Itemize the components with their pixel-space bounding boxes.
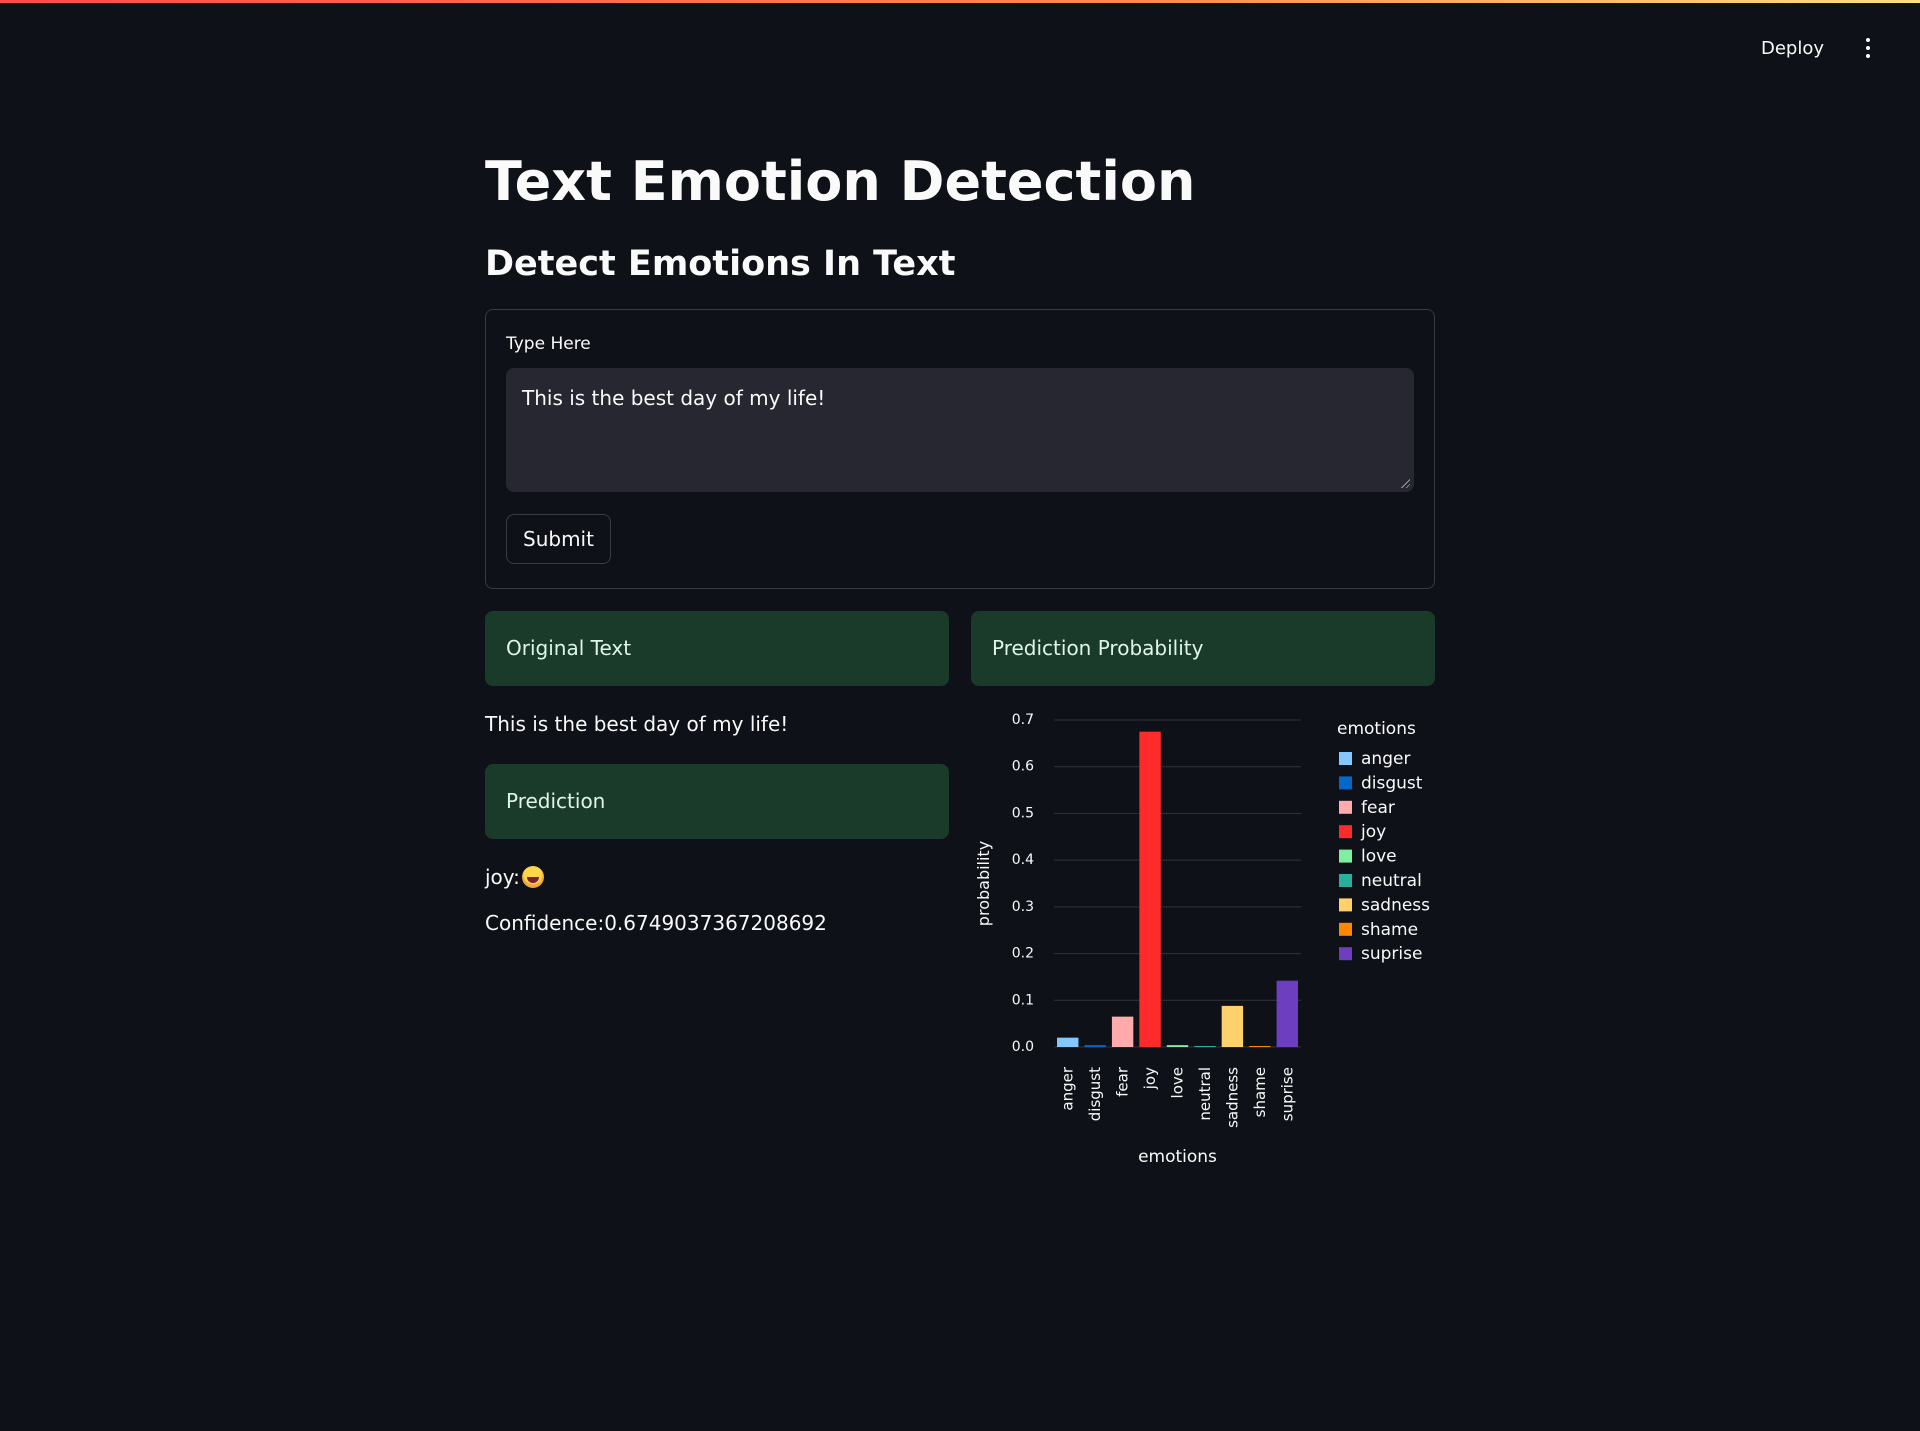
kebab-dot (1866, 38, 1870, 42)
main-content: Text Emotion Detection Detect Emotions I… (485, 150, 1435, 1172)
text-input-label: Type Here (506, 333, 591, 354)
legend-label-neutral: neutral (1361, 871, 1422, 891)
bar-fear (1111, 1016, 1134, 1047)
bar-suprise (1276, 980, 1298, 1047)
legend-swatch-sadness (1339, 898, 1352, 912)
results-left-column: Original Text This is the best day of my… (485, 610, 949, 1172)
bar-neutral (1194, 1045, 1216, 1047)
kebab-menu-icon[interactable] (1856, 30, 1880, 66)
kebab-dot (1866, 46, 1870, 50)
y-tick-label: 0.7 (1012, 712, 1034, 728)
results-columns: Original Text This is the best day of my… (485, 610, 1435, 1172)
x-tick-label: love (1169, 1067, 1187, 1098)
prediction-header: Prediction (485, 763, 949, 839)
x-tick-label: neutral (1196, 1067, 1214, 1121)
legend-swatch-disgust (1339, 776, 1352, 790)
y-tick-label: 0.5 (1012, 805, 1034, 821)
emotion-form: Type Here This is the best day of my lif… (485, 308, 1435, 589)
legend-label-disgust: disgust (1361, 773, 1423, 793)
submit-button[interactable]: Submit (506, 513, 611, 564)
x-tick-label: joy (1141, 1067, 1159, 1090)
prediction-label: joy: (485, 864, 520, 889)
results-right-column: Prediction Probability 0.0 0.1 0.2 0.3 0.4 0.… (971, 610, 1435, 1172)
legend-label-love: love (1361, 846, 1397, 866)
page-subtitle: Detect Emotions In Text (485, 243, 956, 284)
y-axis-title: probability (974, 841, 993, 926)
legend-label-fear: fear (1361, 798, 1395, 818)
text-input-value: This is the best day of my life! (522, 385, 826, 410)
legend-swatch-fear (1339, 800, 1352, 814)
bar-disgust (1084, 1044, 1106, 1047)
confidence-text: Confidence:0.6749037367208692 (485, 910, 827, 935)
bar-sadness (1221, 1005, 1244, 1047)
legend-swatch-joy (1339, 824, 1352, 838)
legend-label-shame: shame (1361, 920, 1418, 940)
y-tick-label: 0.3 (1012, 899, 1034, 915)
prediction-probability-header-label: Prediction Probability (992, 636, 1204, 661)
probability-bar-chart: 0.0 0.1 0.2 0.3 0.4 0.5 0.6 0.7 probability anger… (974, 712, 1430, 1167)
original-text-header-label: Original Text (506, 636, 632, 661)
x-tick-label: fear (1114, 1066, 1132, 1097)
x-tick-label: shame (1251, 1067, 1269, 1117)
legend-label-sadness: sadness (1361, 895, 1430, 915)
bar-love (1166, 1044, 1189, 1047)
y-tick-label: 0.1 (1012, 992, 1034, 1008)
prediction-header-label: Prediction (506, 789, 606, 814)
y-tick-label: 0.2 (1012, 945, 1034, 961)
resize-handle-icon[interactable] (1400, 477, 1410, 488)
kebab-dot (1866, 54, 1870, 58)
prediction-probability-header: Prediction Probability (971, 610, 1435, 686)
x-tick-label: anger (1059, 1066, 1077, 1110)
legend-title: emotions (1337, 719, 1416, 739)
legend-label-anger: anger (1361, 749, 1410, 769)
x-axis-title: emotions (1138, 1147, 1217, 1167)
y-tick-label: 0.0 (1012, 1039, 1034, 1055)
original-text-header: Original Text (485, 610, 949, 686)
bar-joy (1139, 731, 1161, 1047)
deploy-button[interactable]: Deploy (1749, 32, 1836, 65)
y-tick-label: 0.6 (1012, 759, 1034, 775)
x-tick-label: suprise (1278, 1067, 1296, 1121)
page-title: Text Emotion Detection (485, 150, 1196, 213)
legend-swatch-neutral (1339, 873, 1352, 887)
legend-swatch-anger (1339, 751, 1352, 765)
bar-shame (1249, 1045, 1271, 1047)
laughing-face-icon (521, 865, 544, 888)
prediction-result: joy: (485, 865, 949, 889)
text-input-area[interactable]: This is the best day of my life! (506, 367, 1414, 492)
bar-anger (1057, 1037, 1079, 1047)
legend-swatch-shame (1339, 922, 1352, 936)
top-toolbar: Deploy (1749, 30, 1880, 66)
legend-swatch-suprise (1339, 946, 1352, 960)
x-tick-label: sadness (1223, 1067, 1241, 1128)
probability-chart[interactable]: 0.0 0.1 0.2 0.3 0.4 0.5 0.6 0.7 probability anger… (971, 702, 1435, 1172)
y-tick-label: 0.4 (1012, 852, 1034, 868)
x-tick-label: disgust (1086, 1067, 1104, 1121)
legend-label-suprise: suprise (1361, 944, 1422, 964)
legend-label-joy: joy (1360, 822, 1386, 842)
top-accent-bar (0, 0, 1920, 3)
original-text-value: This is the best day of my life! (485, 711, 789, 736)
legend-swatch-love (1339, 849, 1352, 863)
